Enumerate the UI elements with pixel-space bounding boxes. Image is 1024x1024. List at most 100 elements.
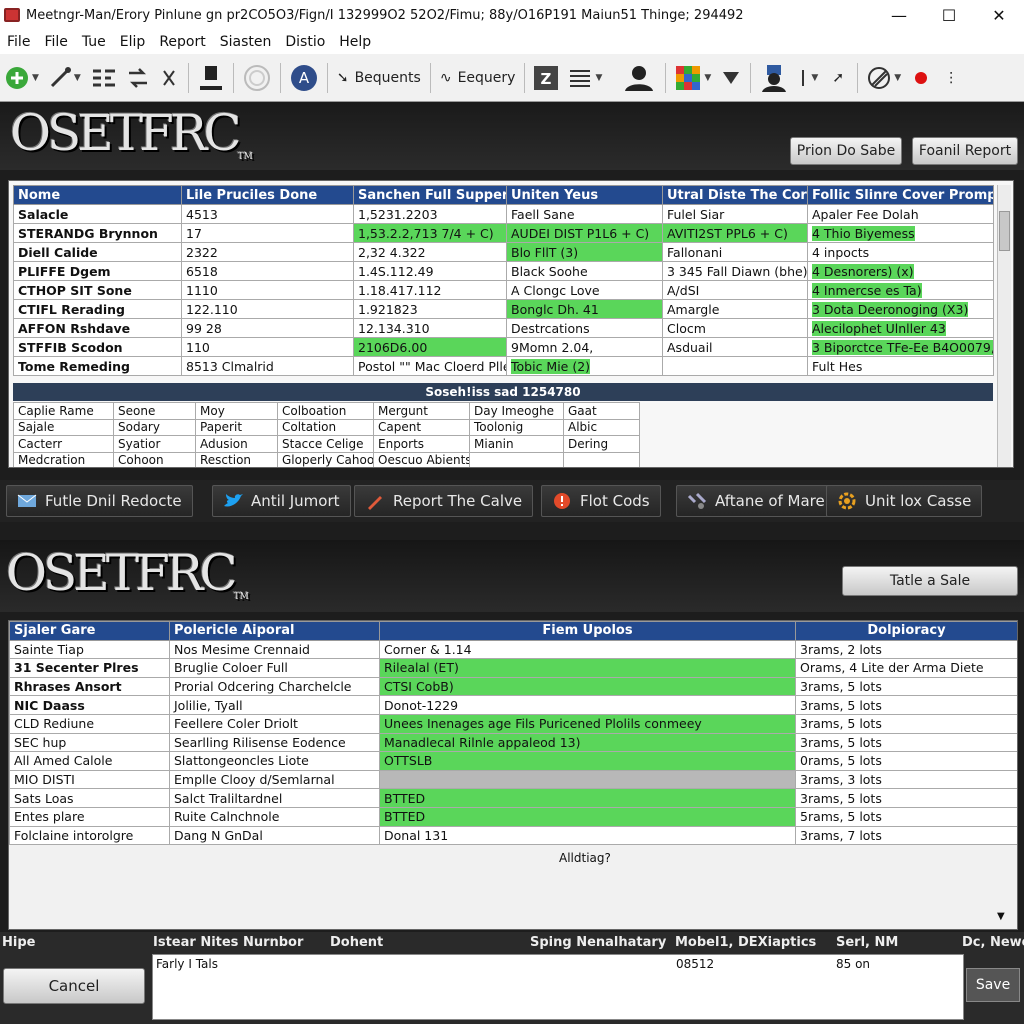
agent-icon[interactable]	[755, 60, 793, 96]
report-the-calve-button[interactable]: Report The Calve	[354, 485, 534, 517]
menu-siasten[interactable]: Siasten	[213, 34, 279, 50]
record-icon[interactable]	[906, 60, 936, 96]
menu-bar: File File Tue Elip Report Siasten Distio…	[0, 30, 1024, 54]
z-box-icon[interactable]: Z	[529, 60, 563, 96]
menu-file-1[interactable]: File	[0, 34, 37, 50]
table-row[interactable]: PLIFFE Dgem 6518 1.4S.112.49 Black Soohe 3 3…	[13, 261, 994, 281]
col-header[interactable]: Sjaler Gare	[9, 621, 170, 641]
table-row[interactable]: Diell Calide 2322 2,32 4.322 Blo FllT (3) Fa…	[13, 242, 994, 262]
flot-cods-button[interactable]: Flot Cods	[541, 485, 661, 517]
col-header[interactable]: Sanchen Full Suppers	[353, 185, 507, 205]
move-arrows-icon[interactable]	[122, 60, 154, 96]
maximize-button[interactable]: ☐	[924, 0, 974, 30]
prion-do-sabe-button[interactable]: Prion Do Sabe	[790, 137, 902, 165]
palette-icon[interactable]: ▼	[670, 60, 716, 96]
futle-dnil-redocte-button[interactable]: Futle Dnil Redocte	[6, 485, 193, 517]
menu-distio[interactable]: Distio	[278, 34, 332, 50]
table-cell: Unees Inenages age Fils Puricened Plolil…	[379, 713, 796, 734]
table-row[interactable]: NIC Daass Jolilie, Tyall Donot-1229 3rams, …	[9, 695, 1017, 715]
no-entry-icon[interactable]: ▼	[862, 60, 906, 96]
table-cell: 1,53.2.2,713 7/4 + C)	[353, 223, 507, 243]
table-row[interactable]: AFFON Rshdave 99 28 12.134.310 Destrcations…	[13, 318, 994, 338]
col-header[interactable]: Fiem Upolos	[379, 621, 796, 641]
table-cell: Rilealal (ET)	[379, 658, 796, 678]
table-cell: Fulel Siar	[662, 204, 808, 224]
entry-row[interactable]: Farly I Tals 08512 85 on	[152, 954, 964, 1020]
tatle-a-sale-button[interactable]: Tatle a Sale	[842, 566, 1018, 596]
table-row[interactable]: CLD Rediune Feellere Coler Driolt Unees In…	[9, 713, 1017, 734]
minimize-button[interactable]: —	[874, 0, 924, 30]
table-row[interactable]: STFFIB Scodon 110 2106D6.00 9Momn 2.04, Asdu…	[13, 337, 994, 357]
line-tool-icon[interactable]: ▼	[44, 60, 86, 96]
table-row[interactable]: STERANDG Brynnon 17 1,53.2.2,713 7/4 + C) A…	[13, 223, 994, 243]
app-icon	[4, 8, 20, 22]
bottom-bar: Hipe Istear Nites Nurnbor Dohent Sping N…	[0, 932, 1024, 1024]
table-row[interactable]: Folclaine intorolgre Dang N GnDal Donal 13…	[9, 825, 1017, 846]
menu-elip[interactable]: Elip	[113, 34, 153, 50]
person-icon[interactable]	[617, 60, 661, 96]
list-icon[interactable]: ▼	[563, 60, 607, 96]
table-cell: Orams, 4 Lite der Arma Diete	[795, 658, 1017, 678]
col-header[interactable]: Utral Diste The Cors	[662, 185, 808, 205]
table-row[interactable]: CTIFL Rerading 122.110 1.921823 Bonglc Dh. …	[13, 299, 994, 319]
col-header[interactable]: Polericle Aiporal	[169, 621, 380, 641]
menu-file-2[interactable]: File	[37, 34, 74, 50]
col-header[interactable]: Dolpioracy	[795, 621, 1017, 641]
final-report-button[interactable]: Foanil Report	[912, 137, 1018, 165]
table-row[interactable]: All Amed Calole Slattongeoncles Liote OTTS…	[9, 751, 1017, 771]
table-row[interactable]: Sats Loas Salct Traliltardnel BTTED 3rams, …	[9, 788, 1017, 808]
detail-row[interactable]: Medcration Cohoon Resction Gloperly Cahoon O…	[13, 451, 640, 467]
action-label: Aftane of Mare	[715, 492, 825, 510]
detail-row[interactable]: Caplie Rame Seone Moy Colboation Mergunt Day …	[13, 402, 640, 420]
menu-report[interactable]: Report	[152, 34, 212, 50]
bottom-header: Mobel1, DEXiaptics	[675, 935, 817, 950]
user-slot-icon[interactable]	[193, 60, 229, 96]
antil-jumort-button[interactable]: Antil Jumort	[212, 485, 351, 517]
unit-lox-casse-button[interactable]: Unit lox Casse	[826, 485, 983, 517]
bequents-button[interactable]: ➘ Bequents	[332, 60, 426, 96]
scrollbar[interactable]	[997, 185, 1011, 467]
table-cell: 3rams, 3 lots	[795, 769, 1017, 790]
cancel-button[interactable]: Cancel	[3, 968, 145, 1004]
col-header[interactable]: Follic Slinre Cover Promperant	[807, 185, 994, 205]
table-row[interactable]: MIO DISTI Emplle Clooy d/Semlarnal 3rams, …	[9, 769, 1017, 790]
table-cell: 1.4S.112.49	[353, 261, 507, 281]
col-header[interactable]: Uniten Yeus	[506, 185, 663, 205]
table-row[interactable]: Entes plare Ruite Calnchnole BTTED 5rams, 5…	[9, 806, 1017, 827]
bottom-header: Sping Nenalhatary	[530, 935, 667, 950]
scroll-down-icon[interactable]: ▼	[997, 911, 1005, 922]
grid-tool-icon[interactable]	[86, 60, 122, 96]
coin-icon[interactable]	[238, 60, 276, 96]
detail-row[interactable]: Sajale Sodary Paperit Coltation Capent Toolon…	[13, 418, 640, 436]
table-cell: NIC Daass	[9, 695, 170, 715]
bar-icon[interactable]: ▼	[793, 60, 823, 96]
more-icon[interactable]: ⋮	[936, 60, 966, 96]
aftane-of-mare-button[interactable]: Aftane of Mare	[676, 485, 836, 517]
table-row[interactable]: CTHOP SIT Sone 1110 1.18.417.112 A Clongc L…	[13, 280, 994, 300]
table-row[interactable]: Salacle 4513 1,5231.2203 Faell Sane Fulel Si…	[13, 204, 994, 224]
close-button[interactable]: ✕	[974, 0, 1024, 30]
table-row[interactable]: SEC hup Searlling Rilisense Eodence Manadl…	[9, 732, 1017, 753]
pointer-icon[interactable]: ➚	[823, 60, 853, 96]
table-row[interactable]: Sainte Tiap Nos Mesime Crennaid Corner & 1…	[9, 639, 1017, 660]
menu-tue[interactable]: Tue	[75, 34, 113, 50]
table-cell: Alecilophet Ulnller 43	[807, 318, 994, 338]
detail-cell: Coltation	[277, 418, 374, 436]
trademark-2: TM	[233, 592, 249, 602]
table-row[interactable]: 31 Secenter Plres Bruglie Coloer Full Rile…	[9, 658, 1017, 678]
save-button[interactable]: Save	[966, 968, 1020, 1002]
link-icon[interactable]	[154, 60, 184, 96]
col-header[interactable]: Nome	[13, 185, 182, 205]
table-row[interactable]: Tome Remeding 8513 Clmalrid Postol "" Mac …	[13, 356, 994, 376]
detail-cell: Gaat	[563, 402, 640, 420]
table-row[interactable]: Rhrases Ansort Prorial Odcering Charchelc…	[9, 676, 1017, 697]
detail-row[interactable]: Cacterr Syatior Adusion Stacce Celige Enport…	[13, 435, 640, 453]
header-banner-2: OSETFRCTM Tatle a Sale	[0, 540, 1024, 612]
eequery-button[interactable]: ∿ Eequery	[435, 60, 521, 96]
menu-help[interactable]: Help	[332, 34, 378, 50]
funnel-icon[interactable]	[716, 60, 746, 96]
scroll-thumb[interactable]	[999, 211, 1010, 251]
col-header[interactable]: Lile Pruciles Done	[181, 185, 354, 205]
add-icon[interactable]: ▼	[0, 60, 44, 96]
badge-a-icon[interactable]: A	[285, 60, 323, 96]
